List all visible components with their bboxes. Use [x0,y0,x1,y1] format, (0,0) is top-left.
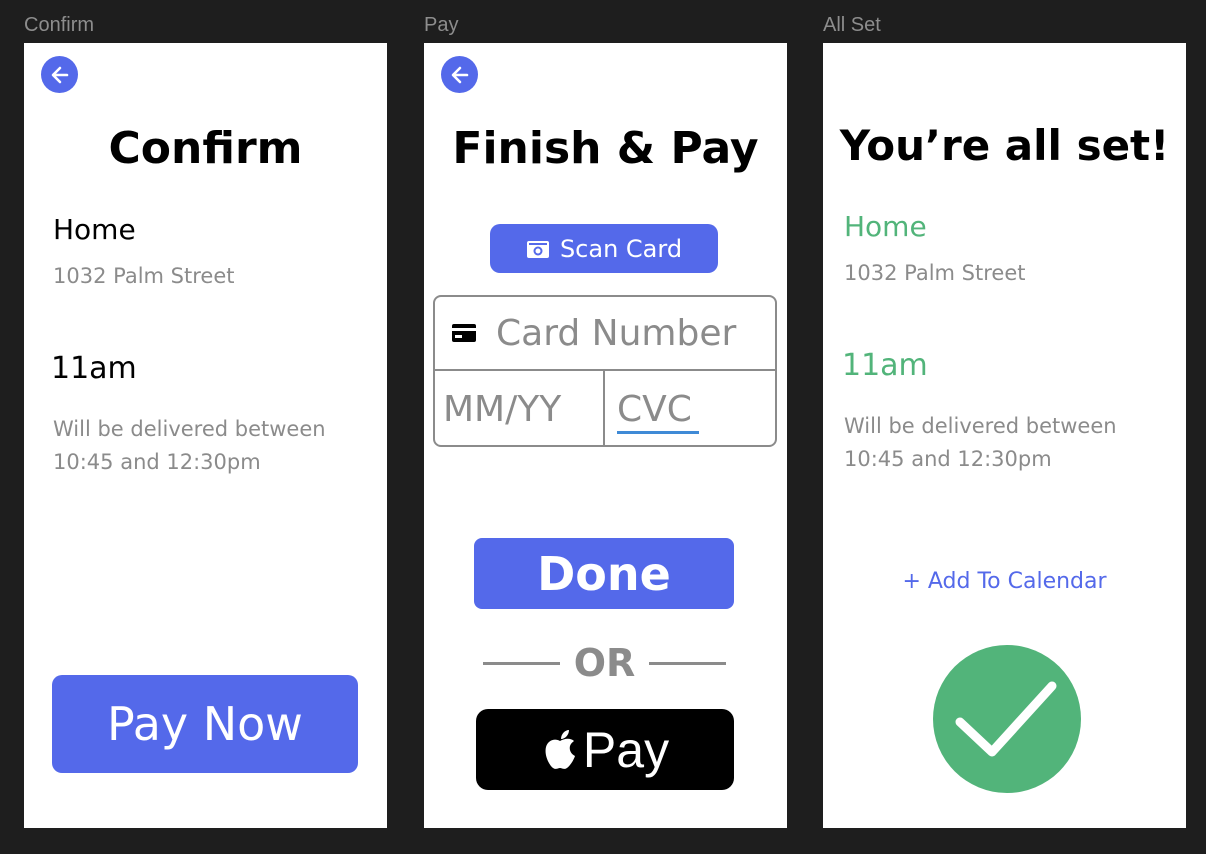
pay-now-button[interactable]: Pay Now [52,675,358,773]
delivery-note-line2: 10:45 and 12:30pm [53,450,261,474]
frame-label-confirm: Confirm [24,14,95,36]
expiry-cell [435,371,605,445]
apple-pay-label: Pay [582,721,670,778]
back-button[interactable] [41,56,78,93]
frame-label-pay: Pay [424,14,459,36]
card-entry-box [433,295,777,447]
frame-label-all-set: All Set [823,14,881,36]
card-number-input[interactable] [496,312,766,354]
confirm-screen: Confirm Home 1032 Palm Street 11am Will … [24,43,387,828]
address-name: Home [53,213,136,246]
credit-card-icon [452,324,476,342]
delivery-time: 11am [842,348,928,383]
apple-pay-button[interactable]: Pay [476,709,734,790]
page-title: You’re all set! [839,121,1170,170]
arrow-left-icon [51,66,68,83]
address-line: 1032 Palm Street [844,261,1026,285]
delivery-time: 11am [51,351,137,386]
address-line: 1032 Palm Street [53,264,235,288]
done-button[interactable]: Done [474,538,734,609]
delivery-note-line2: 10:45 and 12:30pm [844,447,1052,471]
arrow-left-icon [451,66,468,83]
page-title: Finish & Pay [452,123,759,174]
add-to-calendar-link[interactable]: + Add To Calendar [823,569,1186,594]
page-title: Confirm [108,123,303,174]
or-line-right [648,661,726,665]
delivery-note-line1: Will be delivered between [844,414,1117,438]
or-line-left [483,661,560,665]
cvc-cell [605,371,775,445]
delivery-note: Will be delivered between 10:45 and 12:3… [844,410,1117,476]
camera-icon [526,240,549,258]
cvc-input[interactable] [617,388,757,430]
all-set-screen: You’re all set! Home 1032 Palm Street 11… [823,43,1186,828]
or-divider: OR [483,638,726,688]
back-button[interactable] [441,56,478,93]
address-name: Home [844,210,927,243]
expiry-input[interactable] [443,388,603,430]
scan-card-label: Scan Card [559,234,683,263]
pay-screen: Finish & Pay Scan Card D [424,43,787,828]
or-text: OR [573,641,636,685]
delivery-note: Will be delivered between 10:45 and 12:3… [53,413,326,479]
cvc-focus-underline [617,430,699,434]
cvc-field [617,388,757,434]
scan-card-button[interactable]: Scan Card [490,224,718,273]
card-number-row [435,297,775,371]
checkmark-icon [933,645,1081,793]
apple-logo-icon [545,729,575,769]
delivery-note-line1: Will be delivered between [53,417,326,441]
